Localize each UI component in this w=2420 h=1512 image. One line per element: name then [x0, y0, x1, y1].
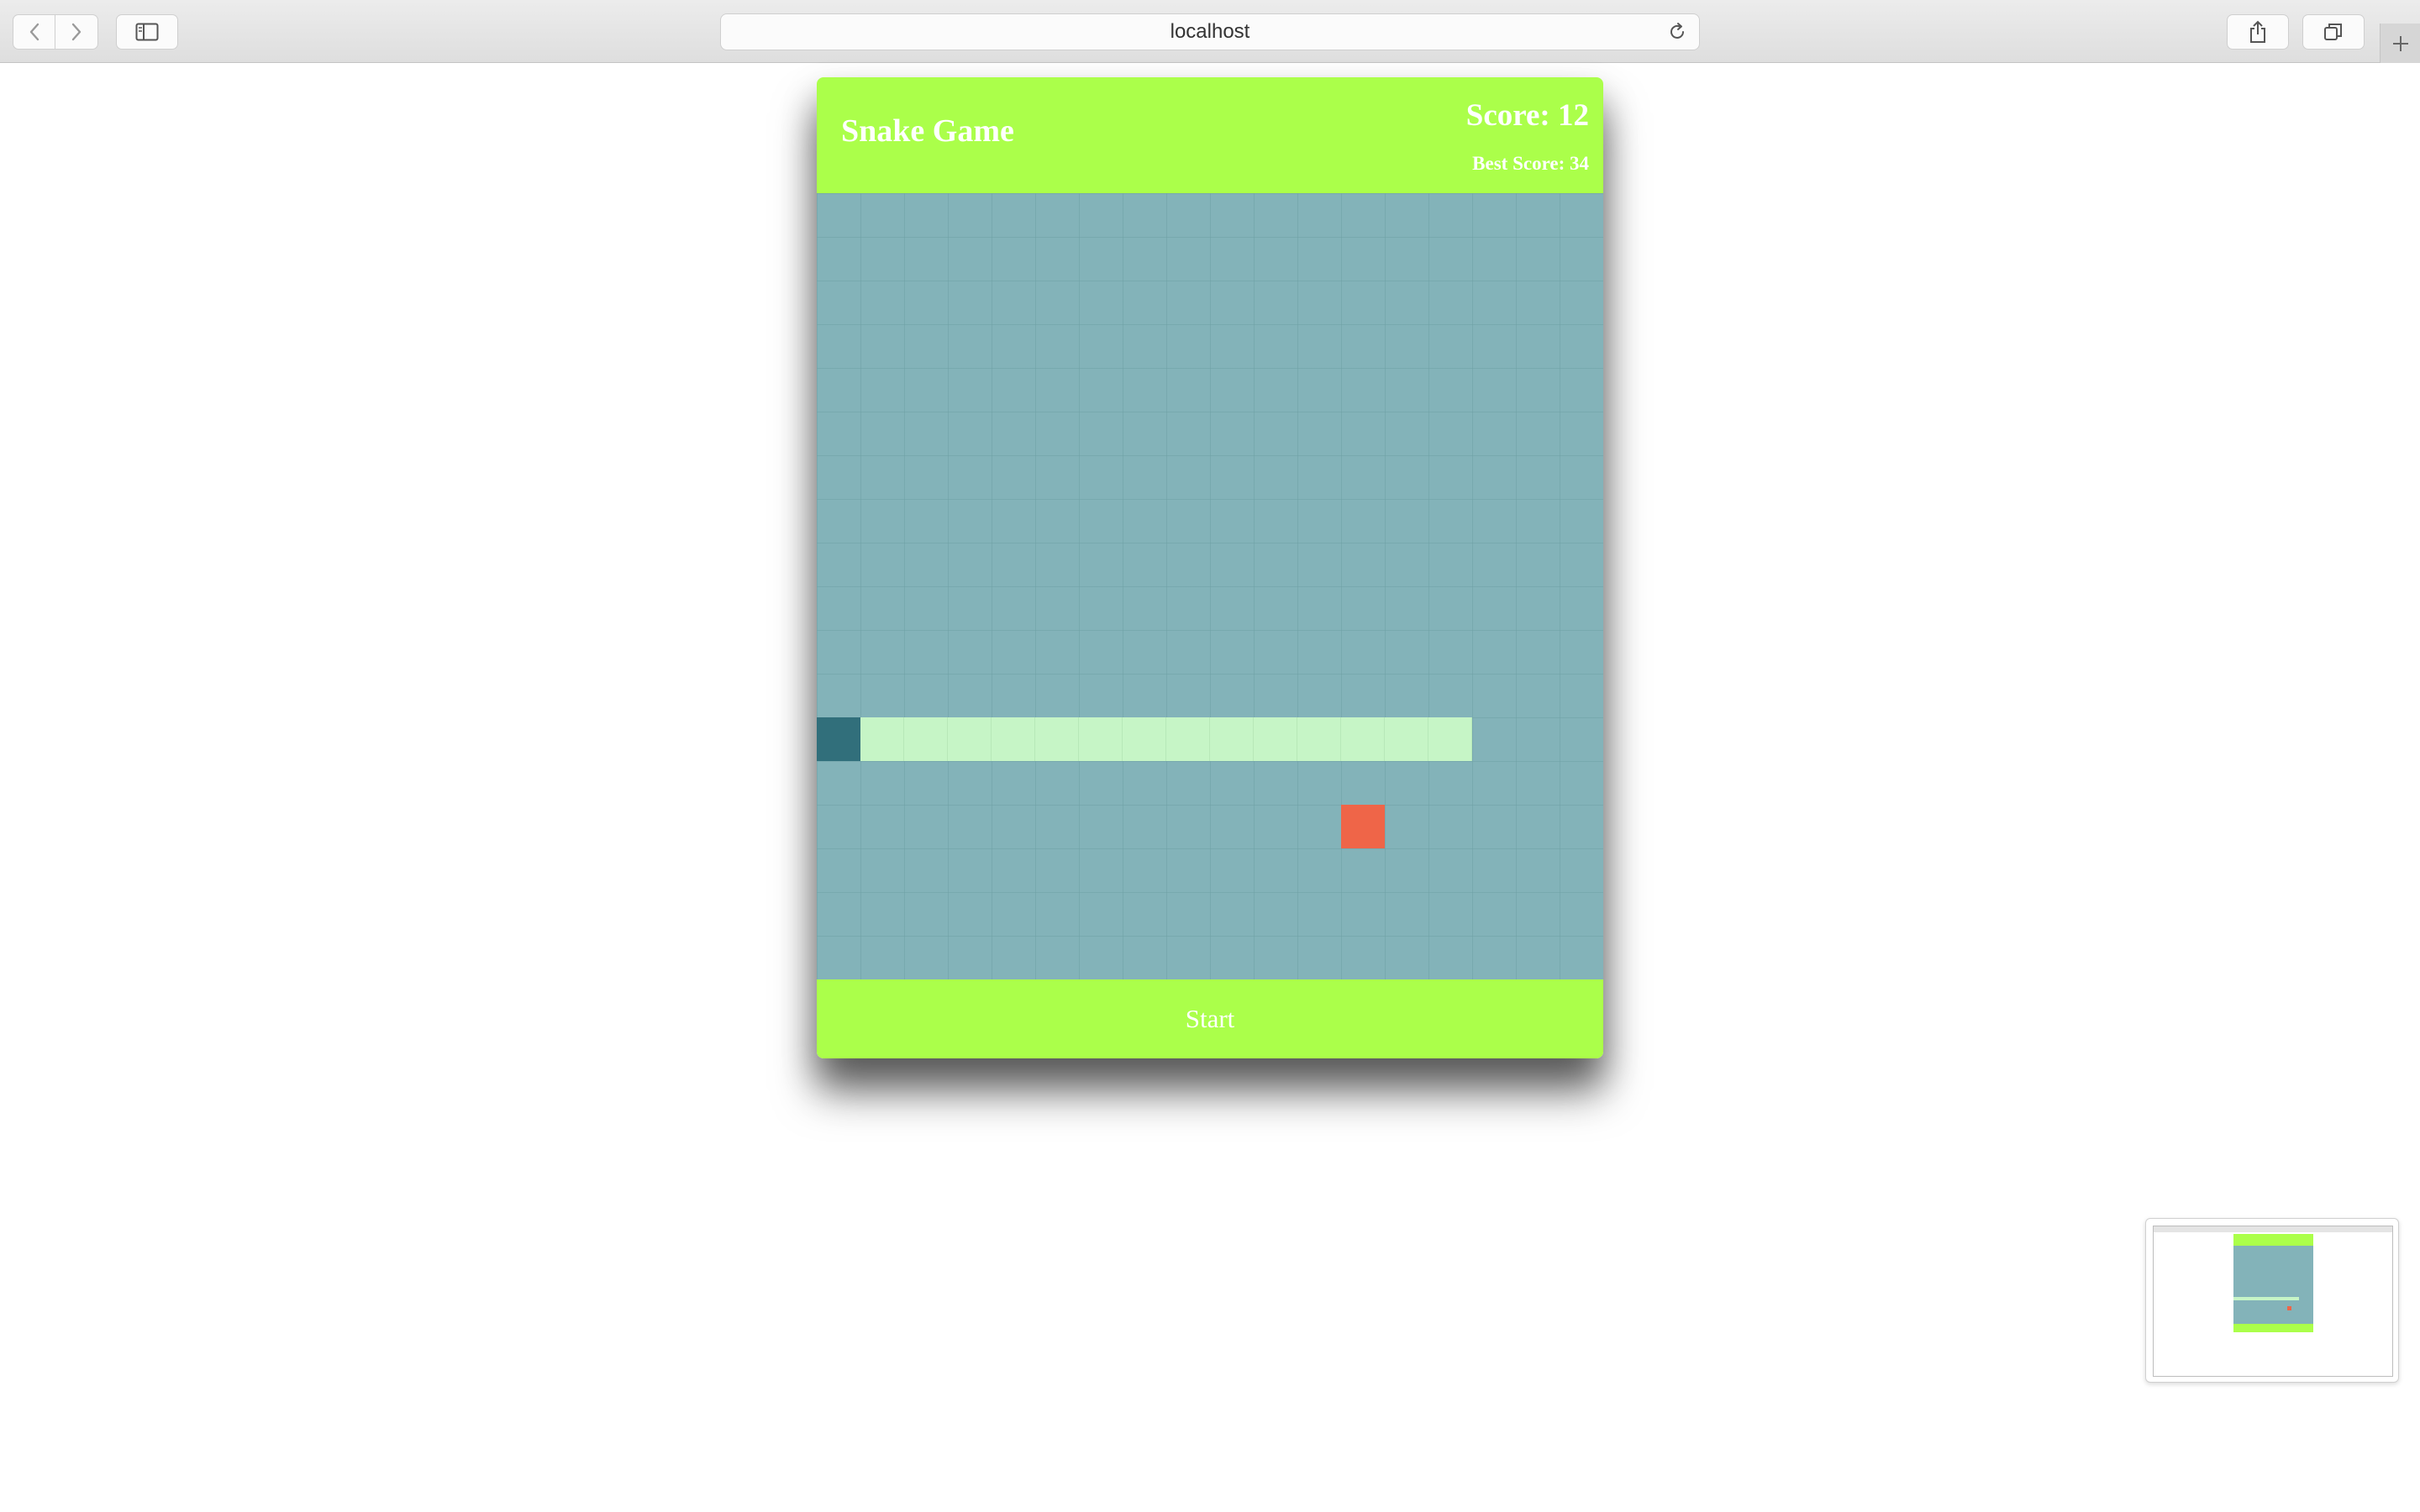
reload-icon[interactable]: [1667, 22, 1687, 48]
snake-segment: [860, 717, 904, 761]
snake-segment: [1123, 717, 1166, 761]
snake-head: [817, 717, 860, 761]
start-button[interactable]: Start: [817, 979, 1603, 1058]
snake-segment: [1428, 717, 1472, 761]
thumbnail-toolbar: [2154, 1226, 2392, 1232]
screenshot-thumbnail[interactable]: [2145, 1218, 2399, 1383]
snake-game-card: Snake Game Score: 12 Best Score: 34 Star…: [817, 77, 1603, 1058]
address-text: localhost: [1170, 20, 1250, 43]
tabs-icon: [2324, 24, 2342, 40]
browser-toolbar: localhost: [0, 0, 2420, 63]
thumbnail-game: [2233, 1234, 2313, 1332]
tab-overview-button[interactable]: [2302, 14, 2365, 50]
thumbnail-snake: [2233, 1297, 2299, 1300]
snake-segment: [1035, 717, 1079, 761]
thumbnail-food: [2287, 1306, 2291, 1310]
snake-segment: [1166, 717, 1210, 761]
share-button[interactable]: [2227, 14, 2289, 50]
nav-buttons: [13, 14, 98, 50]
forward-button[interactable]: [55, 14, 98, 50]
chevron-right-icon: [71, 23, 82, 41]
snake-segment: [1385, 717, 1428, 761]
snake-segment: [904, 717, 948, 761]
snake-segment: [1341, 717, 1385, 761]
game-header: Snake Game Score: 12 Best Score: 34: [817, 77, 1603, 193]
food-item: [1341, 805, 1385, 848]
chevron-left-icon: [29, 23, 39, 41]
snake-segment: [992, 717, 1035, 761]
thumbnail-header: [2233, 1234, 2313, 1246]
snake-segment: [1210, 717, 1254, 761]
snake-segment: [948, 717, 992, 761]
sidebar-toggle-button[interactable]: [116, 14, 178, 50]
share-icon: [2250, 20, 2265, 43]
thumbnail-preview: [2153, 1226, 2393, 1377]
plus-icon: [2392, 35, 2408, 51]
address-bar[interactable]: localhost: [720, 13, 1700, 50]
snake-segment: [1297, 717, 1341, 761]
back-button[interactable]: [13, 14, 55, 50]
game-title: Snake Game: [841, 113, 1014, 149]
sidebar-icon: [135, 23, 159, 41]
best-score-display: Best Score: 34: [1472, 153, 1589, 174]
new-tab-button[interactable]: [2380, 24, 2420, 63]
thumbnail-footer: [2233, 1324, 2313, 1332]
snake-segment: [1079, 717, 1123, 761]
score-display: Score: 12: [1465, 98, 1589, 133]
game-board[interactable]: [817, 193, 1603, 979]
snake-segment: [1254, 717, 1297, 761]
